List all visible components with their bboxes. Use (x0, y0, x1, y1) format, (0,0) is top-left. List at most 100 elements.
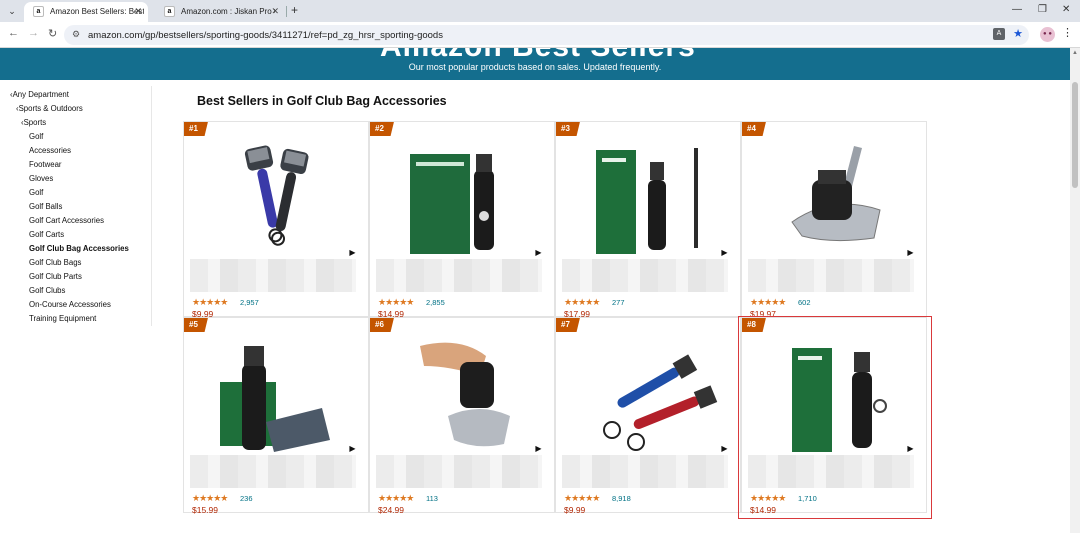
sidebar-item-golf-balls[interactable]: Golf Balls (29, 202, 62, 211)
product-image-dual-brush-blue-black[interactable] (204, 140, 350, 260)
blurred-title (562, 259, 728, 292)
maximize-icon[interactable]: ❐ (1038, 4, 1047, 15)
price: $9.99 (564, 505, 586, 515)
next-row-peek (183, 526, 928, 533)
play-video-icon[interactable]: ▶ (346, 442, 359, 455)
rank-badge: #3 (556, 122, 580, 136)
blurred-title (748, 259, 914, 292)
blurred-title (562, 455, 728, 488)
product-card-3[interactable]: #3 ▶ ★★★★★ 277 $17.99 (555, 121, 741, 319)
play-video-icon[interactable]: ▶ (718, 442, 731, 455)
product-card-5[interactable]: #5 ▶ ★★★★★ 236 $15.99 (183, 317, 369, 515)
amazon-favicon-icon: a (33, 6, 44, 17)
sidebar-item-accessories[interactable]: Accessories (29, 146, 71, 155)
best-sellers-banner: Amazon Best Sellers Our most popular pro… (0, 48, 1070, 80)
tab-list-icon[interactable]: ⌄ (4, 3, 20, 19)
close-icon[interactable]: ✕ (1062, 4, 1070, 15)
tab-jiskan-product[interactable]: a Amazon.com : Jiskan Pro Golf… ✕ (155, 2, 285, 22)
product-card-6[interactable]: #6 ▶ ★★★★★ 113 $24.99 (369, 317, 555, 515)
rank-badge: #2 (370, 122, 394, 136)
play-video-icon[interactable]: ▶ (532, 246, 545, 259)
address-bar[interactable]: ⚙ amazon.com/gp/bestsellers/sporting-goo… (64, 25, 1029, 45)
star-rating[interactable]: ★★★★★ (378, 493, 414, 504)
rating-count[interactable]: 277 (612, 298, 625, 307)
banner-subtitle: Our most popular products based on sales… (408, 62, 662, 72)
product-image-jiskan-box-brush-telescopic[interactable] (576, 140, 722, 260)
rank-badge: #1 (184, 122, 208, 136)
profile-avatar[interactable]: ● ● (1040, 27, 1055, 42)
blurred-title (190, 259, 356, 292)
translate-icon[interactable]: A (993, 28, 1005, 40)
product-image-brush-on-club-head[interactable] (762, 140, 908, 260)
rating-count[interactable]: 236 (240, 494, 253, 503)
star-rating[interactable]: ★★★★★ (192, 297, 228, 308)
sidebar-item-any-department[interactable]: ‹Any Department (10, 90, 69, 99)
sidebar-item-sports-outdoors[interactable]: ‹Sports & Outdoors (16, 104, 83, 113)
sidebar-item-golf-carts[interactable]: Golf Carts (29, 230, 64, 239)
close-tab-icon[interactable]: ✕ (271, 6, 279, 17)
page-content: Amazon Best Sellers Our most popular pro… (0, 48, 1070, 533)
rating-count[interactable]: 2,957 (240, 298, 259, 307)
play-video-icon[interactable]: ▶ (718, 246, 731, 259)
sidebar-item-sports[interactable]: ‹Sports (21, 118, 46, 127)
sidebar-item-training-equipment[interactable]: Training Equipment (29, 314, 96, 323)
product-image-green-box-brush[interactable] (390, 140, 536, 260)
sidebar-item-golf-club-parts[interactable]: Golf Club Parts (29, 272, 82, 281)
rank-badge: #4 (742, 122, 766, 136)
amazon-favicon-icon: a (164, 6, 175, 17)
close-tab-icon[interactable]: ✕ (134, 6, 142, 17)
department-sidebar: ‹Any Department ‹Sports & Outdoors ‹Spor… (0, 86, 152, 326)
star-rating[interactable]: ★★★★★ (750, 297, 786, 308)
play-video-icon[interactable]: ▶ (904, 246, 917, 259)
play-video-icon[interactable]: ▶ (532, 442, 545, 455)
sidebar-item-on-course-accessories[interactable]: On-Course Accessories (29, 300, 111, 309)
star-rating[interactable]: ★★★★★ (192, 493, 228, 504)
play-video-icon[interactable]: ▶ (346, 246, 359, 259)
product-card-2[interactable]: #2 ▶ ★★★★★ 2,855 $14.99 (369, 121, 555, 319)
star-icon[interactable]: ★ (1013, 27, 1023, 40)
sidebar-item-golf-clubs[interactable]: Golf Clubs (29, 286, 65, 295)
url-text[interactable]: amazon.com/gp/bestsellers/sporting-goods… (88, 30, 443, 41)
sidebar-item-gloves[interactable]: Gloves (29, 174, 53, 183)
rank-badge: #7 (556, 318, 580, 332)
product-card-4[interactable]: #4 ▶ ★★★★★ 602 $19.97 (741, 121, 927, 319)
sidebar-item-golf-2[interactable]: Golf (29, 188, 43, 197)
product-card-7[interactable]: #7 ▶ ★★★★★ 8,918 $9.99 (555, 317, 741, 515)
star-rating[interactable]: ★★★★★ (564, 297, 600, 308)
new-tab-button[interactable]: + (291, 3, 298, 17)
star-rating[interactable]: ★★★★★ (378, 297, 414, 308)
page-title: Best Sellers in Golf Club Bag Accessorie… (197, 94, 447, 108)
tab-best-sellers[interactable]: a Amazon Best Sellers: Best Go… ✕ (24, 2, 148, 22)
product-image-dual-brush-blue-red[interactable] (576, 336, 722, 456)
tune-icon[interactable]: ⚙ (72, 29, 80, 40)
rank-badge: #6 (370, 318, 394, 332)
star-rating[interactable]: ★★★★★ (564, 493, 600, 504)
selection-highlight (738, 316, 932, 519)
rank-badge: #5 (184, 318, 208, 332)
product-image-brush-with-box-and-towel[interactable] (204, 336, 350, 456)
scroll-up-icon[interactable]: ▲ (1072, 50, 1078, 56)
rating-count[interactable]: 602 (798, 298, 811, 307)
blurred-title (376, 455, 542, 488)
product-image-hand-held-brush-club[interactable] (390, 336, 536, 456)
sidebar-item-golf[interactable]: Golf (29, 132, 43, 141)
rating-count[interactable]: 2,855 (426, 298, 445, 307)
forward-icon[interactable]: → (28, 27, 39, 39)
blurred-title (190, 455, 356, 488)
reload-icon[interactable]: ↻ (48, 27, 57, 40)
sidebar-item-footwear[interactable]: Footwear (29, 160, 62, 169)
sidebar-item-golf-cart-accessories[interactable]: Golf Cart Accessories (29, 216, 104, 225)
product-grid: #1 ▶ ★★★★★ 2,957 $9.99 #2 ▶ ★★★★★ 2,855 … (183, 121, 932, 523)
minimize-icon[interactable]: — (1012, 4, 1022, 15)
back-icon[interactable]: ← (8, 27, 19, 39)
sidebar-item-golf-club-bags[interactable]: Golf Club Bags (29, 258, 81, 267)
menu-icon[interactable]: ⋮ (1062, 26, 1073, 39)
browser-toolbar: ← → ↻ ⚙ amazon.com/gp/bestsellers/sporti… (0, 22, 1080, 48)
rating-count[interactable]: 113 (426, 494, 438, 503)
scrollbar-thumb[interactable] (1072, 82, 1078, 188)
rating-count[interactable]: 8,918 (612, 494, 631, 503)
price: $15.99 (192, 505, 218, 515)
product-card-1[interactable]: #1 ▶ ★★★★★ 2,957 $9.99 (183, 121, 369, 319)
sidebar-item-golf-club-bag-accessories: Golf Club Bag Accessories (29, 244, 129, 253)
tab-title: Amazon Best Sellers: Best Go… (50, 7, 144, 16)
